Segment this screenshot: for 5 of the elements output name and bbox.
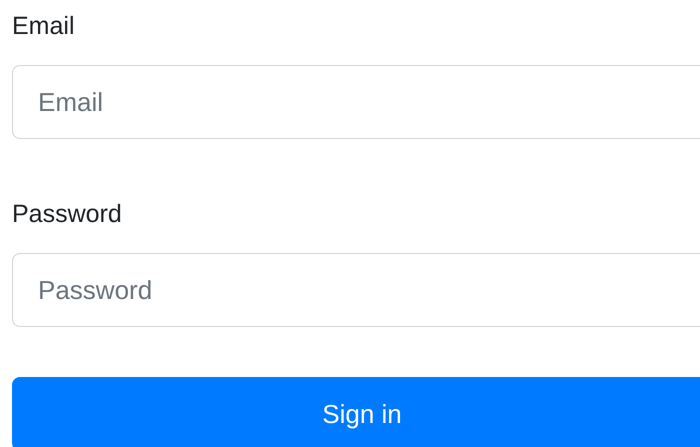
field-label: Password: [12, 199, 122, 230]
sign-in-button[interactable]: Sign in: [12, 377, 700, 447]
input-field[interactable]: Email: [12, 65, 700, 139]
field-label: Email: [12, 11, 75, 42]
input-field[interactable]: Password: [12, 253, 700, 327]
